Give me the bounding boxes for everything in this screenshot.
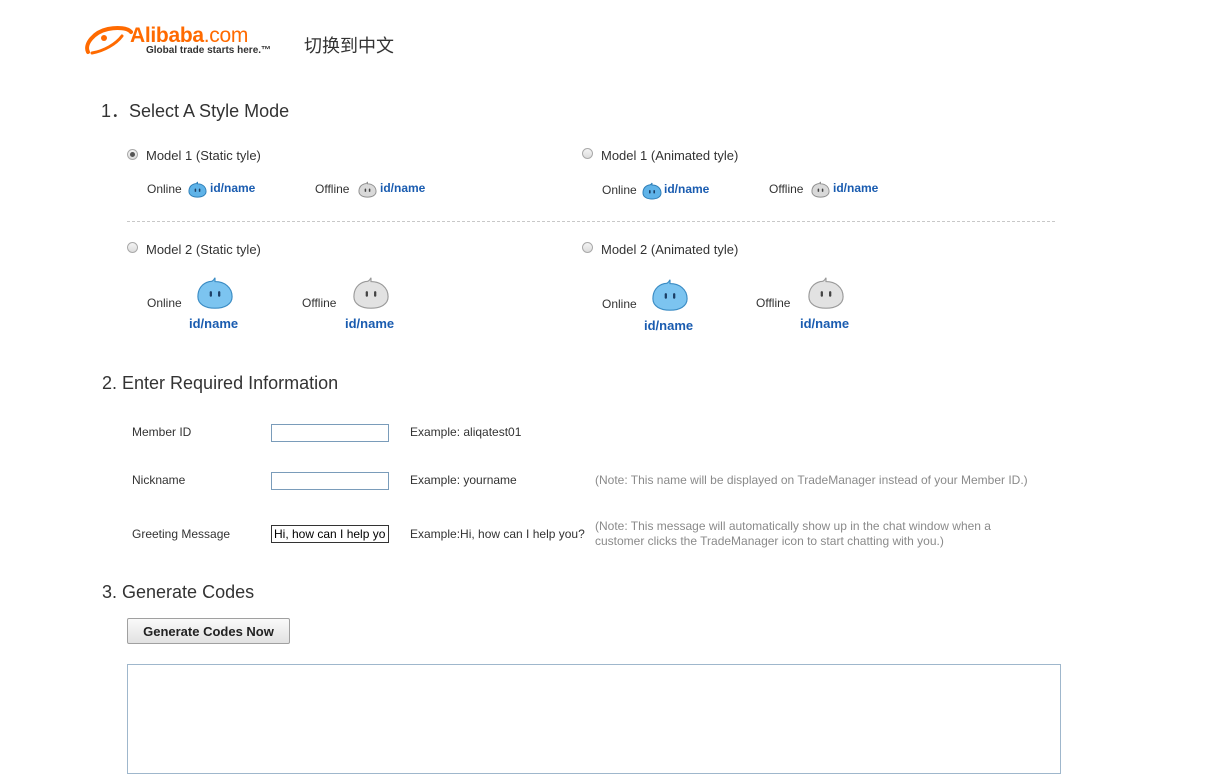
online-id-link[interactable]: id/name [664,182,709,196]
offline-status-icon [811,181,830,198]
online-status-icon [197,277,233,309]
online-id-link[interactable]: id/name [644,318,693,333]
radio-model1-static[interactable] [127,149,138,160]
greeting-message-label: Greeting Message [132,527,231,541]
member-id-label: Member ID [132,425,192,439]
alibaba-swoosh-icon [85,26,133,55]
section-3-title: 3. Generate Codes [102,582,255,602]
radio-model2-animated[interactable] [582,242,593,253]
offline-id-link[interactable]: id/name [345,316,394,331]
online-id-link[interactable]: id/name [210,181,255,195]
generate-codes-button[interactable]: Generate Codes Now [127,618,290,644]
model1-animated-label[interactable]: Model 1 (Animated tyle) [601,148,738,163]
online-label: Online [147,296,182,310]
online-status-icon [652,279,688,311]
greeting-example: Example:Hi, how can I help you? [410,527,585,541]
offline-id-link[interactable]: id/name [833,181,878,195]
switch-to-chinese-link[interactable]: 切换到中文 [304,32,394,58]
model2-animated-label[interactable]: Model 2 (Animated tyle) [601,242,738,257]
section-1-title: 1．Select A Style Mode [101,101,290,121]
logo-tagline: Global trade starts here.™ [146,45,272,56]
model1-static-label[interactable]: Model 1 (Static tyle) [146,148,261,163]
online-label: Online [602,297,637,311]
nickname-label: Nickname [132,473,186,487]
model2-static-label[interactable]: Model 2 (Static tyle) [146,242,261,257]
offline-label: Offline [756,296,791,310]
offline-label: Offline [769,182,804,196]
radio-model1-animated[interactable] [582,148,593,159]
section-2-title: 2. Enter Required Information [102,373,339,393]
online-label: Online [602,183,637,197]
offline-status-icon [808,277,844,309]
radio-model2-static[interactable] [127,242,138,253]
offline-status-icon [358,181,377,198]
offline-status-icon [353,277,389,309]
offline-label: Offline [302,296,337,310]
offline-id-link[interactable]: id/name [800,316,849,331]
generated-code-textarea[interactable] [127,664,1061,774]
nickname-note: (Note: This name will be displayed on Tr… [595,473,1028,487]
online-status-icon [642,182,662,200]
online-id-link[interactable]: id/name [189,316,238,331]
online-label: Online [147,182,182,196]
options-divider [127,221,1055,222]
nickname-example: Example: yourname [410,473,517,487]
offline-id-link[interactable]: id/name [380,181,425,195]
member-id-example: Example: aliqatest01 [410,425,522,439]
greeting-message-input[interactable] [271,525,389,543]
nickname-input[interactable] [271,472,389,490]
offline-label: Offline [315,182,350,196]
online-status-icon [188,181,207,198]
member-id-input[interactable] [271,424,389,442]
alibaba-logo[interactable]: Alibaba.com Global trade starts here.™ [82,22,282,62]
greeting-note: (Note: This message will automatically s… [595,519,991,548]
